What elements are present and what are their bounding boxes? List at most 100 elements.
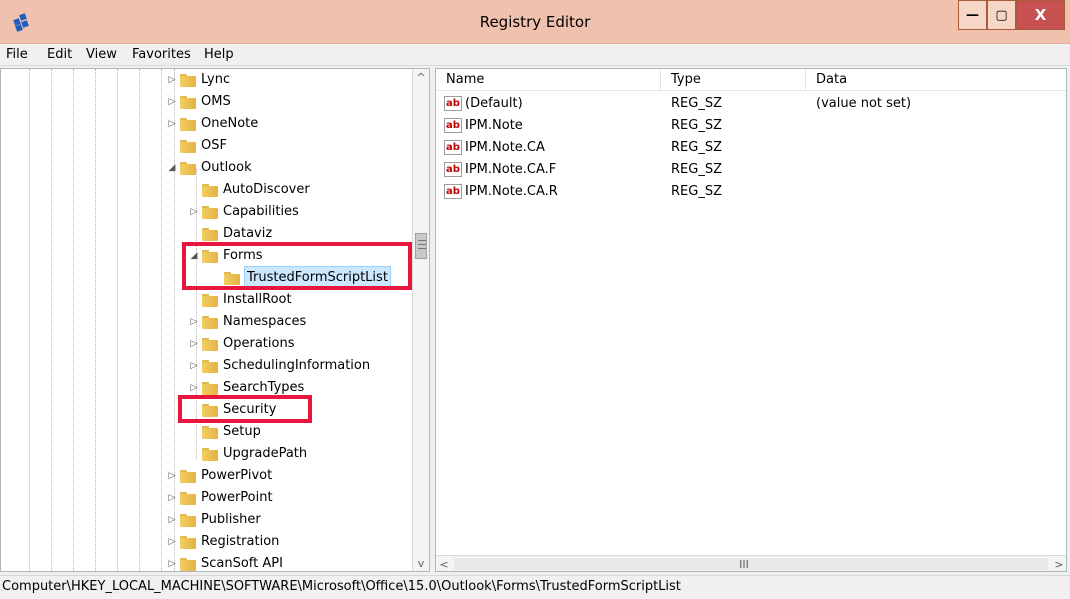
menu-file[interactable]: File: [0, 44, 34, 66]
folder-icon: [201, 293, 219, 307]
menu-view[interactable]: View: [80, 44, 123, 66]
collapse-arrow-icon[interactable]: ◢: [165, 157, 179, 179]
tree-item-label: Capabilities: [223, 204, 299, 219]
string-value-icon: ab: [444, 184, 462, 199]
folder-icon: [201, 425, 219, 439]
registry-tree-pane[interactable]: ▷ Lync ▷ OMS ▷ OneNote OSF ◢ Outlook AutoDis…: [0, 68, 430, 572]
expand-arrow-icon[interactable]: ▷: [187, 333, 201, 355]
registry-path: Computer\HKEY_LOCAL_MACHINE\SOFTWARE\Mic…: [2, 579, 681, 594]
folder-icon: [179, 139, 197, 153]
expand-arrow-icon[interactable]: ▷: [165, 69, 179, 91]
tree-item-outlook[interactable]: ◢ Outlook: [165, 157, 252, 179]
string-value-icon: ab: [444, 118, 462, 133]
expand-arrow-icon[interactable]: ▷: [165, 531, 179, 553]
scroll-down-button[interactable]: v: [413, 555, 429, 571]
title-bar[interactable]: Registry Editor — ▢ X: [0, 0, 1070, 44]
menu-favorites[interactable]: Favorites: [126, 44, 197, 66]
value-type: REG_SZ: [671, 184, 722, 199]
expand-arrow-icon[interactable]: ▷: [165, 113, 179, 135]
tree-item-scansoft-api[interactable]: ▷ ScanSoft API: [165, 553, 283, 571]
scroll-thumb-grip: III: [739, 558, 749, 571]
minimize-button[interactable]: —: [958, 0, 987, 30]
values-horizontal-scrollbar[interactable]: < III >: [436, 555, 1066, 571]
registry-editor-window: Registry Editor — ▢ X File Edit View Fav…: [0, 0, 1070, 599]
folder-icon: [201, 447, 219, 461]
value-row-ipm-note-ca-f[interactable]: ab IPM.Note.CA.F REG_SZ: [436, 159, 1066, 181]
tree-item-autodiscover[interactable]: AutoDiscover: [187, 179, 310, 201]
folder-icon: [201, 337, 219, 351]
column-header-data[interactable]: Data: [806, 69, 1066, 91]
tree-item-label: Setup: [223, 424, 261, 439]
expand-arrow-icon[interactable]: ▷: [187, 355, 201, 377]
tree-item-label: Lync: [201, 72, 231, 87]
value-name-cell: ab IPM.Note.CA: [444, 137, 545, 159]
tree-item-operations[interactable]: ▷ Operations: [187, 333, 294, 355]
tree-item-label: Operations: [223, 336, 295, 351]
tree-item-label: UpgradePath: [223, 446, 308, 461]
value-data: (value not set): [816, 96, 912, 111]
expand-arrow-icon[interactable]: ▷: [165, 487, 179, 509]
scroll-right-button[interactable]: >: [1051, 556, 1066, 571]
maximize-button[interactable]: ▢: [987, 0, 1016, 30]
tree-item-label: Publisher: [201, 512, 261, 527]
folder-icon: [201, 359, 219, 373]
tree-item-upgradepath[interactable]: UpgradePath: [187, 443, 307, 465]
value-type: REG_SZ: [671, 140, 722, 155]
expand-arrow-icon[interactable]: ▷: [165, 509, 179, 531]
tree-item-powerpoint[interactable]: ▷ PowerPoint: [165, 487, 273, 509]
folder-icon: [179, 73, 197, 87]
security-highlight-box: [178, 395, 312, 423]
expand-arrow-icon[interactable]: ▷: [187, 311, 201, 333]
tree-item-label: Namespaces: [223, 314, 307, 329]
tree-item-setup[interactable]: Setup: [187, 421, 261, 443]
folder-icon: [179, 117, 197, 131]
scroll-left-button[interactable]: <: [436, 556, 452, 571]
menu-help[interactable]: Help: [198, 44, 240, 66]
expand-arrow-icon[interactable]: ▷: [165, 553, 179, 571]
menu-edit[interactable]: Edit: [41, 44, 78, 66]
tree-item-label: SchedulingInformation: [223, 358, 371, 373]
tree-item-osf[interactable]: OSF: [165, 135, 227, 157]
scroll-thumb[interactable]: [415, 233, 427, 259]
tree-guide-line: [29, 69, 30, 571]
scroll-up-button[interactable]: ^: [413, 69, 429, 86]
tree-item-schedulinginformation[interactable]: ▷ SchedulingInformation: [187, 355, 370, 377]
expand-arrow-icon[interactable]: ▷: [165, 465, 179, 487]
close-button[interactable]: X: [1016, 0, 1065, 30]
string-value-icon: ab: [444, 162, 462, 177]
folder-icon: [201, 315, 219, 329]
tree-item-oms[interactable]: ▷ OMS: [165, 91, 231, 113]
tree-item-onenote[interactable]: ▷ OneNote: [165, 113, 258, 135]
folder-icon: [179, 535, 197, 549]
tree-guide-line: [117, 69, 118, 571]
tree-item-powerpivot[interactable]: ▷ PowerPivot: [165, 465, 272, 487]
value-name: (Default): [465, 96, 523, 111]
column-header-type[interactable]: Type: [661, 69, 806, 91]
window-title: Registry Editor: [479, 13, 591, 31]
tree-vertical-scrollbar[interactable]: ^ v: [412, 69, 429, 571]
tree-item-capabilities[interactable]: ▷ Capabilities: [187, 201, 299, 223]
tree-item-label: PowerPoint: [201, 490, 273, 505]
tree-item-label: InstallRoot: [223, 292, 292, 307]
registry-values-pane[interactable]: Name Type Data ab (Default) REG_SZ (value…: [435, 68, 1067, 572]
tree-guide-line: [139, 69, 140, 571]
tree-item-lync[interactable]: ▷ Lync: [165, 69, 230, 91]
value-row-default[interactable]: ab (Default) REG_SZ (value not set): [436, 93, 1066, 115]
tree-item-publisher[interactable]: ▷ Publisher: [165, 509, 261, 531]
value-row-ipm-note[interactable]: ab IPM.Note REG_SZ: [436, 115, 1066, 137]
grip-line: [418, 244, 426, 245]
tree-item-namespaces[interactable]: ▷ Namespaces: [187, 311, 306, 333]
tree-item-registration[interactable]: ▷ Registration: [165, 531, 279, 553]
value-row-ipm-note-ca[interactable]: ab IPM.Note.CA REG_SZ: [436, 137, 1066, 159]
forms-highlight-box: [182, 242, 412, 290]
tree-item-label: ScanSoft API: [201, 556, 283, 571]
column-header-name[interactable]: Name: [436, 69, 661, 91]
tree-guide-line: [73, 69, 74, 571]
value-row-ipm-note-ca-r[interactable]: ab IPM.Note.CA.R REG_SZ: [436, 181, 1066, 203]
tree-item-installroot[interactable]: InstallRoot: [187, 289, 292, 311]
tree-item-label: PowerPivot: [201, 468, 273, 483]
string-value-icon: ab: [444, 140, 462, 155]
expand-arrow-icon[interactable]: ▷: [187, 201, 201, 223]
folder-icon: [179, 469, 197, 483]
expand-arrow-icon[interactable]: ▷: [165, 91, 179, 113]
